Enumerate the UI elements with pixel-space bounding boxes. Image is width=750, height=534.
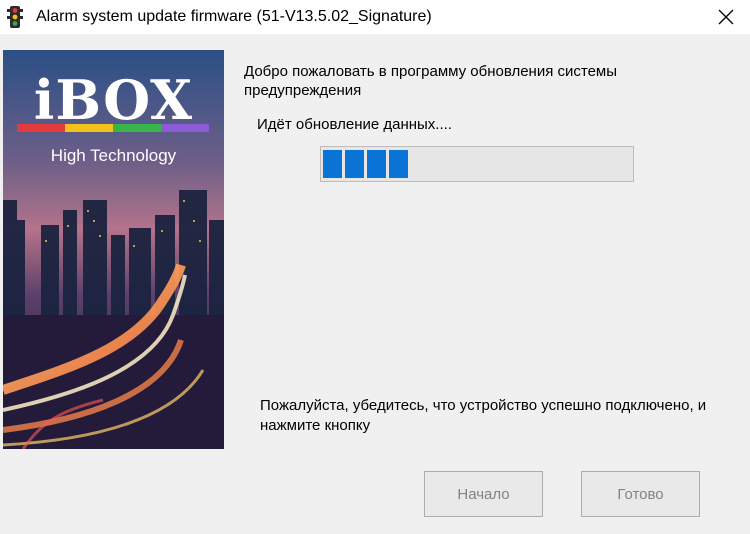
progress-segment bbox=[345, 150, 364, 178]
window-title: Alarm system update firmware (51-V13.5.0… bbox=[36, 8, 432, 25]
done-button[interactable]: Готово bbox=[581, 471, 700, 517]
progress-bar bbox=[320, 146, 634, 182]
close-button[interactable] bbox=[702, 0, 750, 34]
status-text: Идёт обновление данных.... bbox=[257, 116, 452, 133]
start-button[interactable]: Начало bbox=[424, 471, 543, 517]
title-bar: Alarm system update firmware (51-V13.5.0… bbox=[0, 0, 750, 34]
brand-banner: iBOX High Technology bbox=[3, 50, 224, 449]
close-icon bbox=[718, 9, 734, 25]
progress-segment bbox=[389, 150, 408, 178]
traffic-light-icon bbox=[7, 6, 23, 28]
progress-segment bbox=[367, 150, 386, 178]
hint-text: Пожалуйста, убедитесь, что устройство ус… bbox=[260, 397, 707, 434]
progress-segment bbox=[323, 150, 342, 178]
progress-fill bbox=[323, 150, 408, 178]
tagline: High Technology bbox=[50, 146, 177, 165]
ibox-logo: iBOX bbox=[33, 68, 194, 132]
logo-stripe bbox=[17, 124, 209, 132]
welcome-text: Добро пожаловать в программу обновления … bbox=[244, 63, 618, 99]
